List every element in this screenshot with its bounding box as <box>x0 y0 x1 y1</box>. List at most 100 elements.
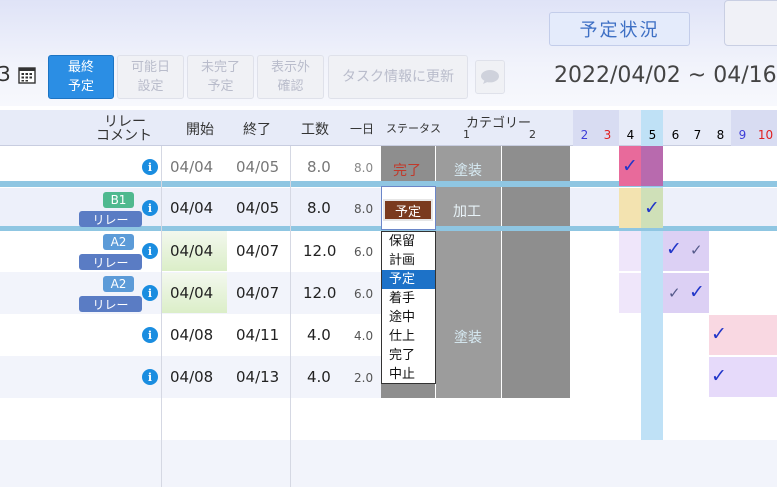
per-day-value: 8.0 <box>354 202 374 216</box>
info-icon[interactable]: i <box>142 369 158 385</box>
button-label-line1: 可能日 <box>130 60 170 75</box>
day-label: 2 <box>580 128 589 142</box>
badge: B1 <box>103 192 134 208</box>
relay-badge[interactable]: リレー <box>79 254 142 270</box>
check-icon[interactable]: ✓ <box>689 281 705 303</box>
day-header: 6 <box>664 110 687 146</box>
button-label-line2: 予定 <box>207 79 234 94</box>
status-options-list[interactable]: 保留 計画 予定 着手 途中 仕上 完了 中止 <box>381 231 436 384</box>
status-option[interactable]: 中止 <box>382 365 435 384</box>
day-header: 4 <box>619 110 642 146</box>
row-bg <box>570 188 777 230</box>
day-header: 10 <box>754 110 777 146</box>
start-date[interactable]: 04/04 <box>170 242 213 260</box>
calendar-icon[interactable] <box>18 66 36 84</box>
button-label-line1: 未完了 <box>200 60 240 75</box>
comment-icon[interactable] <box>475 60 505 94</box>
hours-value[interactable]: 12.0 <box>303 242 336 260</box>
status-option[interactable]: 完了 <box>382 346 435 365</box>
day-header: 9 <box>731 110 754 146</box>
status-option[interactable]: 保留 <box>382 232 435 251</box>
category-value[interactable]: 塗装 <box>454 160 482 180</box>
category-value[interactable]: 塗装 <box>454 327 482 347</box>
truncated-text: 3 <box>0 62 11 86</box>
status-value[interactable]: 完了 <box>393 160 421 180</box>
gantt-bar[interactable] <box>619 231 641 271</box>
day-header: 2 <box>573 110 596 146</box>
status-option[interactable]: 着手 <box>382 289 435 308</box>
day-label: 7 <box>693 128 702 142</box>
check-icon[interactable]: ✓ <box>668 284 681 302</box>
per-day-value: 2.0 <box>354 371 374 385</box>
update-task-button[interactable]: タスク情報に更新 <box>328 55 468 99</box>
end-date[interactable]: 04/05 <box>236 158 279 176</box>
check-icon[interactable]: ✓ <box>690 241 703 259</box>
schedule-status-button[interactable]: 予定状況 <box>549 12 690 46</box>
status-option-selected[interactable]: 予定 <box>382 270 435 289</box>
end-date[interactable]: 04/13 <box>236 368 279 386</box>
corner-button[interactable] <box>724 0 777 46</box>
end-date[interactable]: 04/07 <box>236 284 279 302</box>
day-header: 7 <box>686 110 709 146</box>
relay-badge[interactable]: リレー <box>79 296 142 312</box>
hours-value[interactable]: 8.0 <box>307 158 331 176</box>
end-column-header: 終了 <box>243 122 271 138</box>
start-date[interactable]: 04/04 <box>170 284 213 302</box>
hours-value[interactable]: 4.0 <box>307 326 331 344</box>
divider <box>290 146 291 487</box>
per-day-value: 8.0 <box>354 161 374 175</box>
start-date[interactable]: 04/04 <box>170 199 213 217</box>
status-option[interactable]: 計画 <box>382 251 435 270</box>
status-option[interactable]: 仕上 <box>382 327 435 346</box>
info-icon[interactable]: i <box>142 243 158 259</box>
hours-value[interactable]: 8.0 <box>307 199 331 217</box>
category-value[interactable]: 加工 <box>453 201 481 221</box>
per-day-value: 6.0 <box>354 287 374 301</box>
start-date[interactable]: 04/08 <box>170 326 213 344</box>
hours-value[interactable]: 12.0 <box>303 284 336 302</box>
badge: A2 <box>103 234 134 250</box>
start-date[interactable]: 04/04 <box>170 158 213 176</box>
info-icon[interactable]: i <box>142 285 158 301</box>
comment-column-header: コメント <box>96 128 152 144</box>
info-icon[interactable]: i <box>142 200 158 216</box>
hours-value[interactable]: 4.0 <box>307 368 331 386</box>
divider <box>161 146 162 487</box>
end-date[interactable]: 04/05 <box>236 199 279 217</box>
day-label: 10 <box>757 128 774 142</box>
relay-badge[interactable]: リレー <box>79 211 142 227</box>
status-selected-value[interactable]: 予定 <box>383 199 433 221</box>
check-icon[interactable]: ✓ <box>622 155 638 177</box>
button-label-line1: 表示外 <box>270 60 310 75</box>
start-date[interactable]: 04/08 <box>170 368 213 386</box>
per-day-column-header: 一日 <box>350 122 375 136</box>
button-label-line1: 最終 <box>67 60 94 75</box>
per-day-value: 6.0 <box>354 245 374 259</box>
end-date[interactable]: 04/11 <box>236 326 279 344</box>
date-range: 2022/04/02 ~ 04/16 <box>554 63 777 88</box>
gantt-bar[interactable] <box>619 273 641 313</box>
day-header: 8 <box>709 110 732 146</box>
info-icon[interactable]: i <box>142 327 158 343</box>
status-option[interactable]: 途中 <box>382 308 435 327</box>
category-2-header: 2 <box>529 128 536 141</box>
check-icon[interactable]: ✓ <box>711 365 727 387</box>
check-icon[interactable]: ✓ <box>644 197 660 219</box>
day-label: 3 <box>603 128 612 142</box>
per-day-value: 4.0 <box>354 329 374 343</box>
final-plan-button[interactable]: 最終 予定 <box>48 55 114 99</box>
check-icon[interactable]: ✓ <box>666 238 682 260</box>
day-label: 9 <box>738 128 747 142</box>
gantt-bar[interactable] <box>641 146 663 186</box>
hours-column-header: 工数 <box>301 122 329 138</box>
hidden-check-button[interactable]: 表示外 確認 <box>257 55 324 99</box>
check-icon[interactable]: ✓ <box>711 323 727 345</box>
incomplete-plan-button[interactable]: 未完了 予定 <box>187 55 254 99</box>
possible-day-button[interactable]: 可能日 設定 <box>117 55 184 99</box>
button-label-line2: 予定 <box>67 79 94 94</box>
info-icon[interactable]: i <box>142 159 158 175</box>
day-label: 6 <box>671 128 680 142</box>
end-date[interactable]: 04/07 <box>236 242 279 260</box>
gantt-bar[interactable] <box>619 188 641 228</box>
button-label: タスク情報に更新 <box>342 68 454 85</box>
